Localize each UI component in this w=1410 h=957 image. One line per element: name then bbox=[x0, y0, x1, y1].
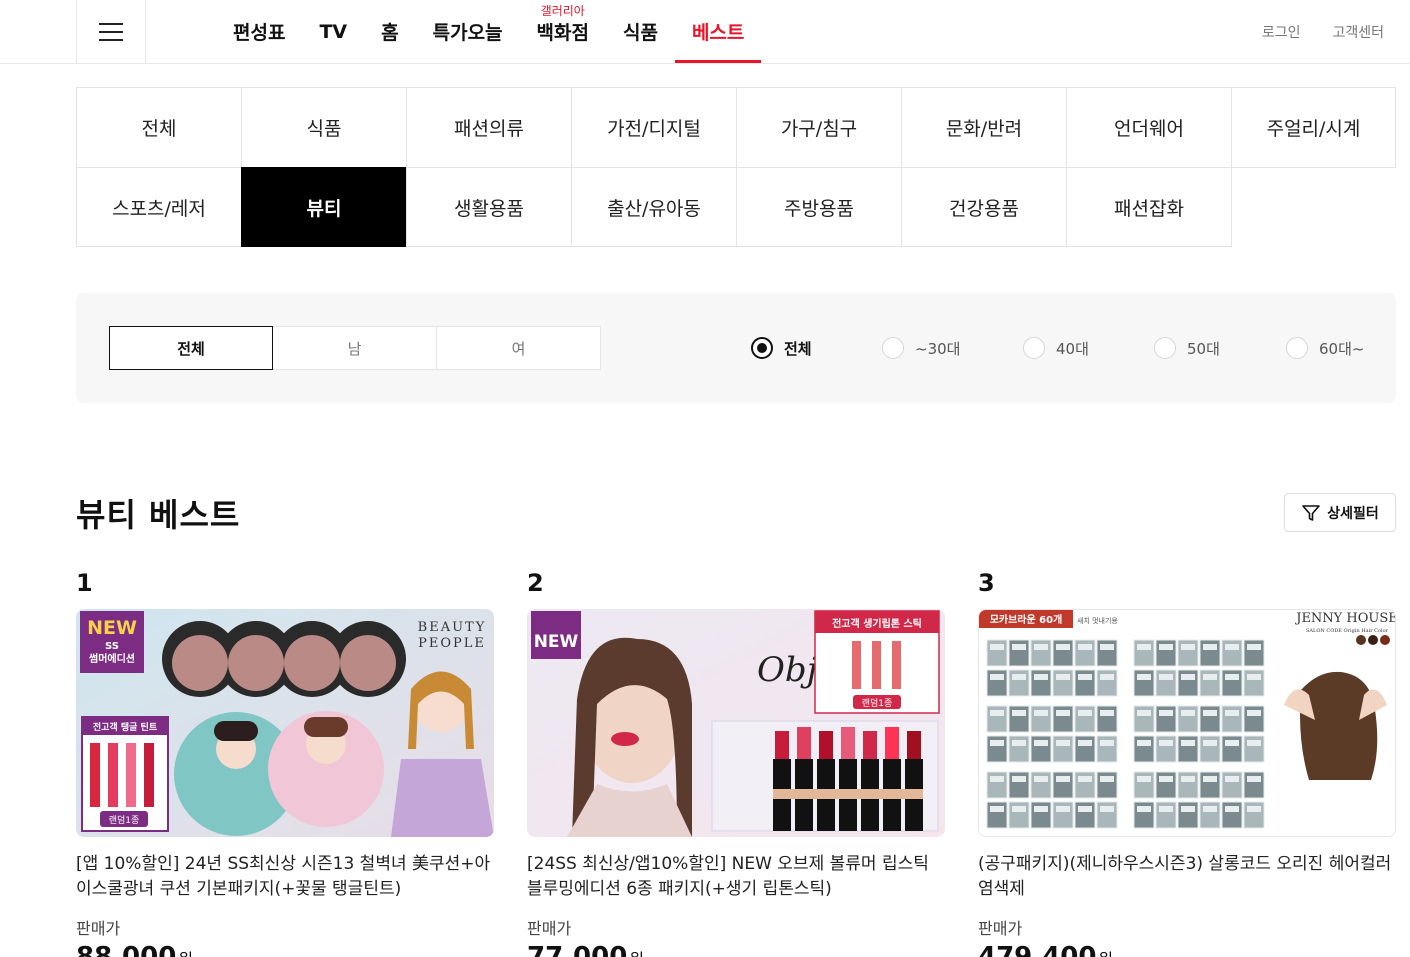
image-badge-sub: SS bbox=[105, 641, 119, 652]
gnb-label: 백화점 bbox=[536, 22, 589, 44]
gnb-item-4[interactable]: 갤러리아백화점 bbox=[520, 0, 606, 63]
age-option-50s[interactable]: 50대 bbox=[1154, 293, 1220, 403]
category-item[interactable]: 주얼리/시계 bbox=[1231, 87, 1396, 167]
category-empty-cell bbox=[1231, 167, 1396, 247]
category-item[interactable]: 가전/디지털 bbox=[571, 87, 736, 167]
image-tag-text: 모카브라운 60개 bbox=[990, 613, 1063, 626]
image-gift-text: 전고객 탱글 틴트 bbox=[93, 721, 158, 733]
image-random-text: 랜덤1종 bbox=[109, 814, 140, 826]
gnb-item-1[interactable]: TV bbox=[302, 0, 364, 63]
gnb-label: 식품 bbox=[622, 22, 658, 44]
image-gift-text: 전고객 생기립톤 스틱 bbox=[832, 617, 922, 630]
image-brand-text: PEOPLE bbox=[418, 636, 486, 651]
product-card: 3 모카브라운 60개 새치 멋내기용 JENNY HOUSE SALON CO… bbox=[978, 568, 1396, 957]
filter-icon bbox=[1302, 504, 1321, 521]
image-brand-text: BEAUTY bbox=[418, 620, 487, 635]
image-badge-text: NEW bbox=[534, 632, 579, 652]
age-option-40s[interactable]: 40대 bbox=[1023, 293, 1089, 403]
gnb-label: 홈 bbox=[381, 22, 399, 44]
gnb-label: TV bbox=[319, 20, 348, 43]
product-card: 2 NEW Objet 전고객 생기립톤 스틱 랜덤1종 [24SS 최신상/앱… bbox=[527, 568, 945, 957]
product-rank: 2 bbox=[527, 569, 544, 597]
product-image[interactable]: NEW SS 썸머에디션 BEAUTY PEOPLE 전고객 탱글 틴트 랜덤1… bbox=[76, 609, 494, 837]
image-random-text: 랜덤1종 bbox=[862, 697, 893, 709]
category-item[interactable]: 패션잡화 bbox=[1066, 167, 1231, 247]
gnb-item-0[interactable]: 편성표 bbox=[216, 0, 302, 63]
category-item[interactable]: 출산/유아동 bbox=[571, 167, 736, 247]
product-image[interactable]: NEW Objet 전고객 생기립톤 스틱 랜덤1종 bbox=[527, 609, 945, 837]
gnb-label: 베스트 bbox=[691, 22, 745, 44]
radio-icon bbox=[1023, 337, 1045, 359]
image-tag-sub: 새치 멋내기용 bbox=[1077, 616, 1118, 625]
gnb-item-3[interactable]: 특가오늘 bbox=[416, 0, 520, 63]
gender-tab-female[interactable]: 여 bbox=[437, 326, 601, 370]
gnb-item-6[interactable]: 베스트 bbox=[674, 0, 762, 63]
age-option-60s[interactable]: 60대~ bbox=[1286, 293, 1364, 403]
age-option-label: 전체 bbox=[784, 339, 812, 358]
category-item[interactable]: 문화/반려 bbox=[901, 87, 1066, 167]
menu-button[interactable] bbox=[76, 0, 146, 63]
customer-center-link[interactable]: 고객센터 bbox=[1332, 22, 1384, 42]
radio-icon bbox=[1286, 337, 1308, 359]
product-price: 479,400원 bbox=[978, 942, 1113, 957]
age-option-label: 50대 bbox=[1187, 339, 1220, 358]
category-item[interactable]: 패션의류 bbox=[406, 87, 571, 167]
gnb-super-label: 갤러리아 bbox=[540, 4, 585, 18]
age-option-label: 40대 bbox=[1056, 339, 1089, 358]
category-item[interactable]: 주방용품 bbox=[736, 167, 901, 247]
detail-filter-button[interactable]: 상세필터 bbox=[1284, 493, 1396, 532]
radio-icon bbox=[1154, 337, 1176, 359]
price-label: 판매가 bbox=[978, 919, 1023, 938]
image-badge-text: NEW bbox=[87, 617, 137, 639]
filter-panel: 전체 남 여 전체 ~30대 40대 50대 60대~ bbox=[76, 293, 1396, 403]
category-item[interactable]: 생활용품 bbox=[406, 167, 571, 247]
price-label: 판매가 bbox=[76, 919, 121, 938]
product-card: 1 NEW SS 썸머에디션 BEAUTY PEOPLE 전고객 탱글 틴트 랜… bbox=[76, 568, 494, 957]
category-grid: 전체 식품 패션의류 가전/디지털 가구/침구 문화/반려 언더웨어 주얼리/시계스포츠/레저… bbox=[76, 87, 1396, 247]
section-title: 뷰티 베스트 bbox=[76, 496, 241, 534]
category-item[interactable]: 건강용품 bbox=[901, 167, 1066, 247]
image-badge-sub: 썸머에디션 bbox=[89, 652, 135, 665]
product-title[interactable]: (공구패키지)(제니하우스시즌3) 살롱코드 오리진 헤어컬러 염색제 bbox=[978, 852, 1396, 902]
global-nav: 편성표 TV 홈 특가오늘 갤러리아백화점 식품 베스트 bbox=[216, 0, 762, 63]
product-price: 88,000원 bbox=[76, 942, 193, 957]
radio-icon bbox=[882, 337, 904, 359]
age-option-30s[interactable]: ~30대 bbox=[882, 293, 960, 403]
price-label: 판매가 bbox=[527, 919, 572, 938]
product-rank: 3 bbox=[978, 569, 995, 597]
category-item[interactable]: 식품 bbox=[241, 87, 406, 167]
image-brand-text: JENNY HOUSE bbox=[1294, 611, 1395, 626]
product-rank: 1 bbox=[76, 569, 93, 597]
top-header: 편성표 TV 홈 특가오늘 갤러리아백화점 식품 베스트 로그인 고객센터 bbox=[0, 0, 1410, 64]
gnb-label: 편성표 bbox=[233, 22, 286, 44]
utility-links: 로그인 고객센터 bbox=[1262, 0, 1384, 63]
product-price: 77,000원 bbox=[527, 942, 644, 957]
age-option-label: ~30대 bbox=[915, 339, 961, 358]
gnb-label: 특가오늘 bbox=[432, 22, 503, 44]
image-brand-sub: SALON CODE Origin Hair Color bbox=[1306, 628, 1389, 634]
product-title[interactable]: [앱 10%할인] 24년 SS최신상 시즌13 철벽녀 美쿠션+아이스쿨광녀 … bbox=[76, 852, 494, 902]
gender-tab-all[interactable]: 전체 bbox=[109, 326, 273, 370]
product-title[interactable]: [24SS 최신상/앱10%할인] NEW 오브제 볼류머 립스틱 블루밍에디션… bbox=[527, 852, 945, 902]
category-item[interactable]: 언더웨어 bbox=[1066, 87, 1231, 167]
detail-filter-label: 상세필터 bbox=[1327, 505, 1379, 522]
login-link[interactable]: 로그인 bbox=[1262, 22, 1301, 42]
radio-checked-icon bbox=[751, 337, 773, 359]
gender-tabs: 전체 남 여 bbox=[109, 326, 601, 370]
gnb-item-5[interactable]: 식품 bbox=[606, 0, 675, 63]
gender-tab-male[interactable]: 남 bbox=[273, 326, 437, 370]
category-item[interactable]: 전체 bbox=[76, 87, 241, 167]
age-option-all[interactable]: 전체 bbox=[751, 293, 812, 403]
category-item[interactable]: 뷰티 bbox=[241, 167, 406, 247]
age-option-label: 60대~ bbox=[1319, 339, 1365, 358]
gnb-item-2[interactable]: 홈 bbox=[364, 0, 415, 63]
hamburger-icon bbox=[99, 22, 123, 41]
product-image[interactable]: 모카브라운 60개 새치 멋내기용 JENNY HOUSE SALON CODE… bbox=[978, 609, 1396, 837]
category-item[interactable]: 가구/침구 bbox=[736, 87, 901, 167]
category-item[interactable]: 스포츠/레저 bbox=[76, 167, 241, 247]
